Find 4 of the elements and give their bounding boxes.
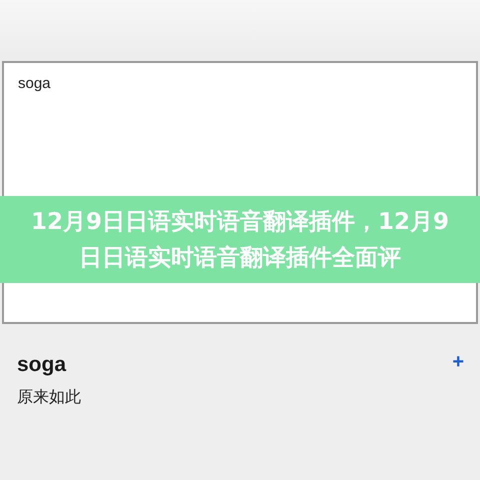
result-word: soga bbox=[17, 352, 66, 378]
banner-title: 12月9日日语实时语音翻译插件，12月9日日语实时语音翻译插件全面评 bbox=[30, 208, 450, 272]
add-button[interactable]: + bbox=[450, 352, 466, 372]
result-meaning: 原来如此 bbox=[17, 388, 82, 408]
